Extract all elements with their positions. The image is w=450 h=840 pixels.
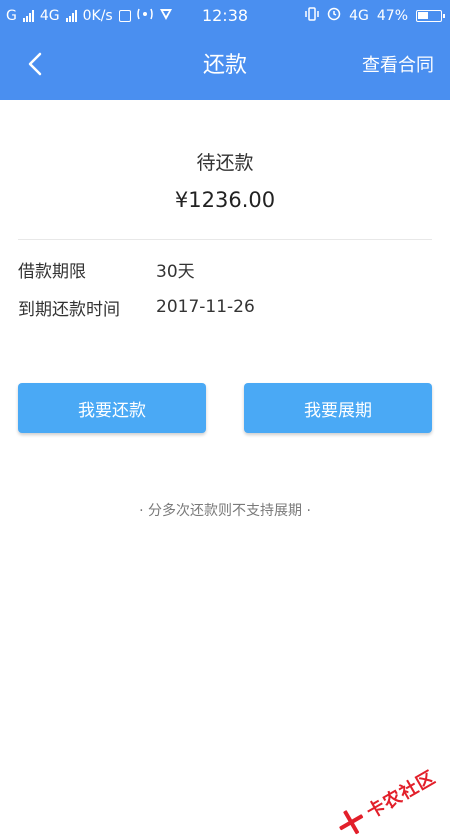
battery-fill — [418, 12, 428, 19]
battery-icon — [416, 10, 445, 22]
repayment-note: · 分多次还款则不支持展期 · — [139, 503, 311, 519]
nav-bar: 还款 查看合同 — [0, 32, 450, 100]
kanong-logo-icon — [333, 804, 369, 840]
app-header: G 4G 0K/s 12:38 4G 47% 还款 查看合同 — [0, 0, 450, 100]
watermark: 卡农社区 — [333, 763, 440, 840]
network-type-label: 4G — [349, 8, 369, 24]
vibrate-icon — [305, 7, 319, 25]
alarm-icon — [327, 7, 341, 25]
status-right: 4G 47% — [305, 0, 445, 32]
detail-row-loan-term: 借款期限 30天 — [18, 254, 432, 284]
battery-percent: 47% — [376, 8, 408, 24]
due-date-label: 到期还款时间 — [18, 299, 120, 320]
repay-button[interactable]: 我要还款 — [18, 383, 206, 433]
detail-row-due-date: 到期还款时间 2017-11-26 — [18, 292, 432, 322]
loan-term-label: 借款期限 — [18, 261, 86, 282]
view-contract-link[interactable]: 查看合同 — [362, 32, 434, 100]
loan-term-value: 30天 — [156, 261, 195, 282]
extend-button[interactable]: 我要展期 — [244, 383, 432, 433]
due-date-value: 2017-11-26 — [156, 297, 255, 317]
pending-repayment-label: 待还款 — [196, 152, 254, 174]
watermark-text: 卡农社区 — [363, 766, 440, 824]
status-bar: G 4G 0K/s 12:38 4G 47% — [0, 0, 450, 32]
divider — [18, 239, 432, 240]
repayment-amount: ¥1236.00 — [174, 188, 276, 212]
main-content: 待还款 ¥1236.00 借款期限 30天 到期还款时间 2017-11-26 … — [0, 100, 450, 823]
